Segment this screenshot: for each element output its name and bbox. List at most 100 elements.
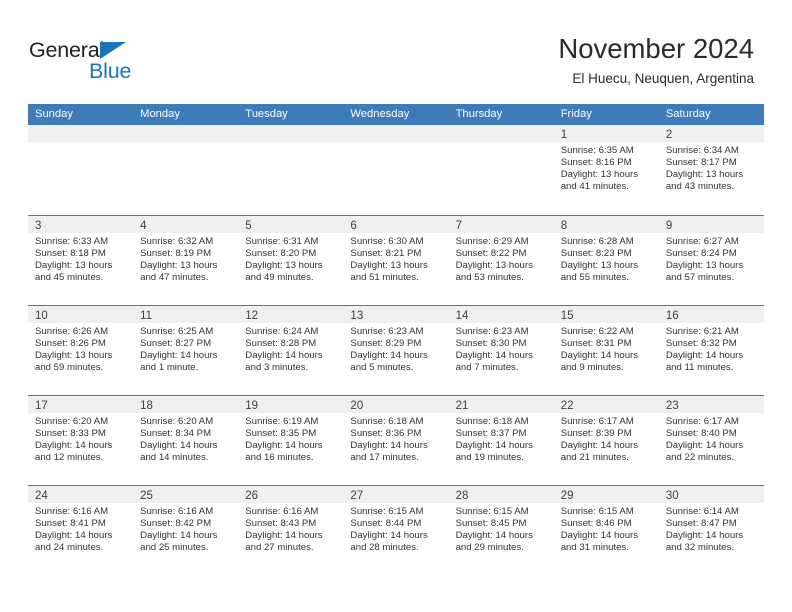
- day-cell[interactable]: 16 Sunrise: 6:21 AM Sunset: 8:32 PM Dayligh…: [658, 306, 764, 395]
- daylight-text-line1: Daylight: 14 hours: [350, 440, 428, 452]
- day-cell[interactable]: 8 Sunrise: 6:28 AM Sunset: 8:23 PM Daylight…: [553, 216, 659, 305]
- weekday-header-thursday: Thursday: [455, 108, 503, 120]
- day-cell[interactable]: 4 Sunrise: 6:32 AM Sunset: 8:19 PM Daylight…: [133, 216, 239, 305]
- day-number-band: 19: [238, 396, 344, 413]
- day-info: Sunrise: 6:25 AM Sunset: 8:27 PM Daylight:…: [133, 323, 238, 374]
- sunset-text: Sunset: 8:37 PM: [455, 428, 527, 440]
- day-number: 5: [245, 220, 252, 232]
- day-cell[interactable]: 13 Sunrise: 6:23 AM Sunset: 8:29 PM Dayligh…: [343, 306, 449, 395]
- day-cell[interactable]: 24 Sunrise: 6:16 AM Sunset: 8:41 PM Dayligh…: [28, 486, 134, 575]
- day-number-band: [238, 125, 344, 142]
- day-cell[interactable]: 9 Sunrise: 6:27 AM Sunset: 8:24 PM Daylight…: [658, 216, 764, 305]
- day-info: Sunrise: 6:30 AM Sunset: 8:21 PM Daylight:…: [343, 233, 448, 284]
- daylight-text-line2: and 53 minutes.: [455, 272, 524, 284]
- sunset-text: Sunset: 8:17 PM: [665, 157, 737, 169]
- day-number-band: 7: [448, 216, 554, 233]
- day-cell[interactable]: 2 Sunrise: 6:34 AM Sunset: 8:17 PM Daylight…: [658, 125, 764, 215]
- weekday-header-row: Sunday Monday Tuesday Wednesday Thursday…: [28, 104, 764, 125]
- day-cell[interactable]: 25 Sunrise: 6:16 AM Sunset: 8:42 PM Dayligh…: [133, 486, 239, 575]
- sunset-text: Sunset: 8:34 PM: [140, 428, 212, 440]
- daylight-text-line1: Daylight: 13 hours: [140, 260, 218, 272]
- day-cell[interactable]: 12 Sunrise: 6:24 AM Sunset: 8:28 PM Dayligh…: [238, 306, 344, 395]
- day-number: 4: [140, 220, 147, 232]
- sunrise-text: Sunrise: 6:25 AM: [140, 326, 214, 337]
- daylight-text-line2: and 12 minutes.: [35, 452, 104, 464]
- day-cell[interactable]: 21 Sunrise: 6:18 AM Sunset: 8:37 PM Dayligh…: [448, 396, 554, 485]
- day-cell[interactable]: 10 Sunrise: 6:26 AM Sunset: 8:26 PM Dayligh…: [28, 306, 134, 395]
- day-info: Sunrise: 6:27 AM Sunset: 8:24 PM Daylight:…: [659, 233, 764, 284]
- sunrise-text: Sunrise: 6:34 AM: [665, 145, 739, 156]
- day-cell[interactable]: 27 Sunrise: 6:15 AM Sunset: 8:44 PM Dayligh…: [343, 486, 449, 575]
- daylight-text-line2: and 43 minutes.: [665, 181, 735, 193]
- day-number: 3: [35, 220, 42, 232]
- day-cell[interactable]: 15 Sunrise: 6:22 AM Sunset: 8:31 PM Dayligh…: [553, 306, 659, 395]
- sunset-text: Sunset: 8:27 PM: [140, 338, 212, 350]
- day-cell[interactable]: 1 Sunrise: 6:35 AM Sunset: 8:16 PM Daylight…: [553, 125, 659, 215]
- day-cell[interactable]: 30 Sunrise: 6:14 AM Sunset: 8:47 PM Dayligh…: [658, 486, 764, 575]
- logo-triangle-icon: [100, 42, 126, 59]
- day-cell[interactable]: 26 Sunrise: 6:16 AM Sunset: 8:43 PM Dayligh…: [238, 486, 344, 575]
- day-cell[interactable]: 14 Sunrise: 6:23 AM Sunset: 8:30 PM Dayligh…: [448, 306, 554, 395]
- day-info: Sunrise: 6:16 AM Sunset: 8:43 PM Daylight:…: [238, 503, 343, 554]
- day-info: Sunrise: 6:26 AM Sunset: 8:26 PM Daylight:…: [28, 323, 133, 374]
- day-info: Sunrise: 6:22 AM Sunset: 8:31 PM Daylight:…: [554, 323, 659, 374]
- day-cell[interactable]: 18 Sunrise: 6:20 AM Sunset: 8:34 PM Dayligh…: [133, 396, 239, 485]
- day-cell[interactable]: 7 Sunrise: 6:29 AM Sunset: 8:22 PM Daylight…: [448, 216, 554, 305]
- daylight-text-line1: Daylight: 14 hours: [665, 350, 744, 362]
- sunset-text: Sunset: 8:20 PM: [245, 248, 317, 260]
- sunrise-text: Sunrise: 6:18 AM: [350, 416, 424, 427]
- day-number: 13: [350, 310, 364, 322]
- daylight-text-line1: Daylight: 13 hours: [35, 350, 113, 362]
- day-number-band: 22: [553, 396, 659, 413]
- daylight-text-line1: Daylight: 14 hours: [350, 530, 428, 542]
- day-cell[interactable]: 6 Sunrise: 6:30 AM Sunset: 8:21 PM Daylight…: [343, 216, 449, 305]
- day-cell[interactable]: 22 Sunrise: 6:17 AM Sunset: 8:39 PM Dayligh…: [553, 396, 659, 485]
- day-cell[interactable]: 20 Sunrise: 6:18 AM Sunset: 8:36 PM Dayligh…: [343, 396, 449, 485]
- day-number-band: [28, 125, 134, 142]
- daylight-text-line1: Daylight: 14 hours: [245, 440, 323, 452]
- day-number-band: 10: [28, 306, 134, 323]
- day-info: Sunrise: 6:33 AM Sunset: 8:18 PM Daylight:…: [28, 233, 133, 284]
- sunset-text: Sunset: 8:30 PM: [455, 338, 527, 350]
- day-cell[interactable]: 28 Sunrise: 6:15 AM Sunset: 8:45 PM Dayligh…: [448, 486, 554, 575]
- sunrise-text: Sunrise: 6:22 AM: [560, 326, 634, 337]
- day-info: Sunrise: 6:14 AM Sunset: 8:47 PM Daylight:…: [659, 503, 764, 554]
- daylight-text-line2: and 7 minutes.: [455, 362, 519, 374]
- daylight-text-line2: and 28 minutes.: [350, 542, 419, 554]
- daylight-text-line1: Daylight: 14 hours: [140, 440, 218, 452]
- daylight-text-line1: Daylight: 13 hours: [245, 260, 323, 272]
- sunset-text: Sunset: 8:35 PM: [245, 428, 317, 440]
- page-header: General Blue November 2024 El Huecu, Neu…: [0, 0, 792, 100]
- day-cell[interactable]: 3 Sunrise: 6:33 AM Sunset: 8:18 PM Daylight…: [28, 216, 134, 305]
- day-info: Sunrise: 6:18 AM Sunset: 8:37 PM Daylight:…: [449, 413, 554, 464]
- sunrise-text: Sunrise: 6:16 AM: [35, 506, 109, 517]
- day-info: Sunrise: 6:23 AM Sunset: 8:30 PM Daylight:…: [449, 323, 554, 374]
- weekday-header-saturday: Saturday: [665, 108, 711, 120]
- sunrise-text: Sunrise: 6:16 AM: [140, 506, 214, 517]
- day-number-band: 2: [658, 125, 764, 142]
- week-row: 24 Sunrise: 6:16 AM Sunset: 8:41 PM Dayligh…: [28, 485, 764, 575]
- sunrise-text: Sunrise: 6:32 AM: [140, 236, 214, 247]
- day-number: 28: [455, 490, 469, 502]
- sunrise-text: Sunrise: 6:17 AM: [665, 416, 739, 427]
- daylight-text-line1: Daylight: 14 hours: [35, 440, 113, 452]
- daylight-text-line2: and 17 minutes.: [350, 452, 419, 464]
- day-cell[interactable]: 23 Sunrise: 6:17 AM Sunset: 8:40 PM Dayligh…: [658, 396, 764, 485]
- page-title: November 2024: [558, 33, 754, 64]
- daylight-text-line1: Daylight: 14 hours: [35, 530, 113, 542]
- day-number: 9: [665, 220, 673, 232]
- day-number-band: 6: [343, 216, 449, 233]
- sunset-text: Sunset: 8:22 PM: [455, 248, 527, 260]
- day-cell[interactable]: 19 Sunrise: 6:19 AM Sunset: 8:35 PM Dayligh…: [238, 396, 344, 485]
- day-cell[interactable]: 29 Sunrise: 6:15 AM Sunset: 8:46 PM Dayligh…: [553, 486, 659, 575]
- sunset-text: Sunset: 8:19 PM: [140, 248, 212, 260]
- day-number: 27: [350, 490, 364, 502]
- day-cell-empty: [343, 125, 449, 215]
- day-number: 7: [455, 220, 462, 232]
- sunset-text: Sunset: 8:21 PM: [350, 248, 422, 260]
- calendar-page: General Blue November 2024 El Huecu, Neu…: [0, 0, 792, 612]
- day-cell[interactable]: 11 Sunrise: 6:25 AM Sunset: 8:27 PM Dayligh…: [133, 306, 239, 395]
- day-info: Sunrise: 6:17 AM Sunset: 8:40 PM Daylight:…: [659, 413, 764, 464]
- day-cell[interactable]: 17 Sunrise: 6:20 AM Sunset: 8:33 PM Dayligh…: [28, 396, 134, 485]
- day-cell[interactable]: 5 Sunrise: 6:31 AM Sunset: 8:20 PM Daylight…: [238, 216, 344, 305]
